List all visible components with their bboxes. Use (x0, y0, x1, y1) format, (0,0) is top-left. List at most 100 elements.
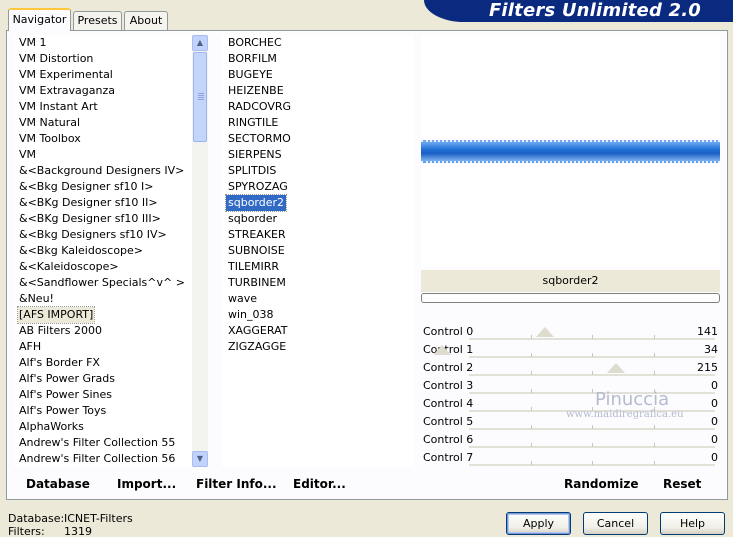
control-value: 0 (711, 379, 718, 392)
category-item[interactable]: VM Instant Art (18, 99, 99, 115)
filter-item[interactable]: BUGEYE (226, 67, 275, 83)
filter-item[interactable]: wave (226, 291, 259, 307)
randomize-button[interactable]: Randomize (564, 476, 638, 492)
control-thumb[interactable] (536, 327, 554, 337)
category-item[interactable]: VM Extravaganza (18, 83, 116, 99)
filter-item[interactable]: STREAKER (226, 227, 288, 243)
apply-button[interactable]: Apply (506, 512, 571, 535)
category-item[interactable]: &Neu! (18, 291, 55, 307)
tab-navigator[interactable]: Navigator (8, 8, 71, 31)
control-track[interactable] (469, 461, 715, 466)
tab-presets[interactable]: Presets (73, 11, 122, 30)
category-item[interactable]: Alf's Border FX (18, 355, 101, 371)
cancel-button[interactable]: Cancel (583, 512, 648, 535)
category-item[interactable]: Alf's Power Toys (18, 403, 107, 419)
filter-item[interactable]: win_038 (226, 307, 276, 323)
control-thumb[interactable] (607, 363, 625, 373)
category-item[interactable]: AFH (18, 339, 42, 355)
database-status-value: ICNET-Filters (64, 512, 133, 525)
randomize-label: Randomize (564, 477, 639, 491)
category-item[interactable]: VM Natural (18, 115, 81, 131)
control-value: 0 (711, 415, 718, 428)
category-item[interactable]: VM Distortion (18, 51, 94, 67)
scroll-up-button[interactable]: ▲ (192, 35, 208, 51)
filter-item[interactable]: sqborder2 (224, 194, 288, 212)
category-item[interactable]: VM (18, 147, 37, 163)
control-value: 34 (704, 343, 718, 356)
category-item[interactable]: VM Experimental (18, 67, 114, 83)
filter-item[interactable]: SIERPENS (226, 147, 284, 163)
category-item[interactable]: &<BKg Designer sf10 III> (18, 211, 162, 227)
filter-item[interactable]: RADCOVRG (226, 99, 293, 115)
category-item[interactable]: VM 1 (18, 35, 48, 51)
filter-info-label: Filter Info... (196, 477, 277, 491)
control-track[interactable] (469, 389, 715, 394)
filter-item[interactable]: TURBINEM (226, 275, 288, 291)
filter-info-button[interactable]: Filter Info... (196, 476, 277, 492)
category-item[interactable]: Andrew's Filter Collection 56 (18, 451, 176, 467)
control-thumb[interactable] (433, 345, 451, 355)
filter-item[interactable]: sqborder (226, 211, 279, 227)
editor-button[interactable]: Editor... (293, 476, 346, 492)
control-label: Control 7 (423, 451, 474, 464)
filter-item[interactable]: ZIGZAGGE (226, 339, 288, 355)
tab-about[interactable]: About (124, 11, 168, 30)
editor-label: Editor... (293, 477, 346, 491)
category-item[interactable]: Andrew's Filter Collection 55 (18, 435, 176, 451)
filter-item[interactable]: BORCHEC (226, 35, 284, 51)
scroll-thumb[interactable] (193, 52, 207, 142)
control-value: 0 (711, 433, 718, 446)
control-slider-row[interactable]: Control 1 34 (421, 341, 720, 359)
control-track[interactable] (469, 371, 715, 376)
filter-item[interactable]: BORFILM (226, 51, 279, 67)
category-item[interactable]: [AFS IMPORT] (16, 306, 96, 324)
category-item[interactable]: VM Toolbox (18, 131, 82, 147)
control-label: Control 0 (423, 325, 474, 338)
tab-label: Presets (77, 14, 118, 27)
control-track[interactable] (469, 425, 715, 430)
app-title: Filters Unlimited 2.0 (488, 0, 701, 21)
category-item[interactable]: &<Background Designers IV> (18, 163, 185, 179)
help-button[interactable]: Help (660, 512, 725, 535)
control-track[interactable] (469, 443, 715, 448)
control-slider-row[interactable]: Control 3 0 (421, 377, 720, 395)
filter-item[interactable]: SECTORMO (226, 131, 293, 147)
category-item[interactable]: AB Filters 2000 (18, 323, 103, 339)
filter-list[interactable]: BORCHEC BORFILM BUGEYE HEIZENBE RADCOVRG RING… (222, 35, 414, 467)
filter-item[interactable]: XAGGERAT (226, 323, 289, 339)
progress-bar (421, 293, 720, 303)
category-item[interactable]: Alf's Power Grads (18, 371, 116, 387)
control-value: 141 (697, 325, 718, 338)
database-label: Database (26, 477, 90, 491)
category-item[interactable]: &<Bkg Designers sf10 IV> (18, 227, 168, 243)
category-item[interactable]: &<Sandflower Specials^v^ > (18, 275, 186, 291)
filter-item[interactable]: RINGTILE (226, 115, 280, 131)
category-list[interactable]: VM 1 VM Distortion VM Experimental VM Extra… (14, 35, 208, 467)
database-button[interactable]: Database (26, 476, 90, 492)
control-slider-row[interactable]: Control 7 0 (421, 449, 720, 467)
category-item[interactable]: &<Bkg Kaleidoscope> (18, 243, 144, 259)
filter-item[interactable]: SPYROZAG (226, 179, 290, 195)
category-item[interactable]: &<Kaleidoscope> (18, 259, 120, 275)
control-slider-row[interactable]: Control 6 0 (421, 431, 720, 449)
filter-item[interactable]: HEIZENBE (226, 83, 286, 99)
category-scrollbar[interactable]: ▲ ▼ (192, 35, 208, 467)
category-item[interactable]: Alf's Power Sines (18, 387, 113, 403)
filter-item[interactable]: SUBNOISE (226, 243, 287, 259)
reset-button[interactable]: Reset (663, 476, 701, 492)
scroll-down-button[interactable]: ▼ (192, 451, 208, 467)
control-label: Control 5 (423, 415, 474, 428)
filters-count-label: Filters: (8, 525, 45, 537)
control-track[interactable] (469, 335, 715, 340)
tab-label: Navigator (12, 13, 67, 26)
category-item[interactable]: &<BKg Designer sf10 II> (18, 195, 159, 211)
database-status-label: Database: (8, 512, 65, 525)
control-slider-row[interactable]: Control 2 215 (421, 359, 720, 377)
control-slider-row[interactable]: Control 0 141 (421, 323, 720, 341)
filter-item[interactable]: SPLITDIS (226, 163, 278, 179)
category-item[interactable]: AlphaWorks (18, 419, 85, 435)
control-track[interactable] (469, 353, 715, 358)
filter-item[interactable]: TILEMIRR (226, 259, 281, 275)
category-item[interactable]: &<Bkg Designer sf10 I> (18, 179, 155, 195)
import-button[interactable]: Import... (117, 476, 176, 492)
